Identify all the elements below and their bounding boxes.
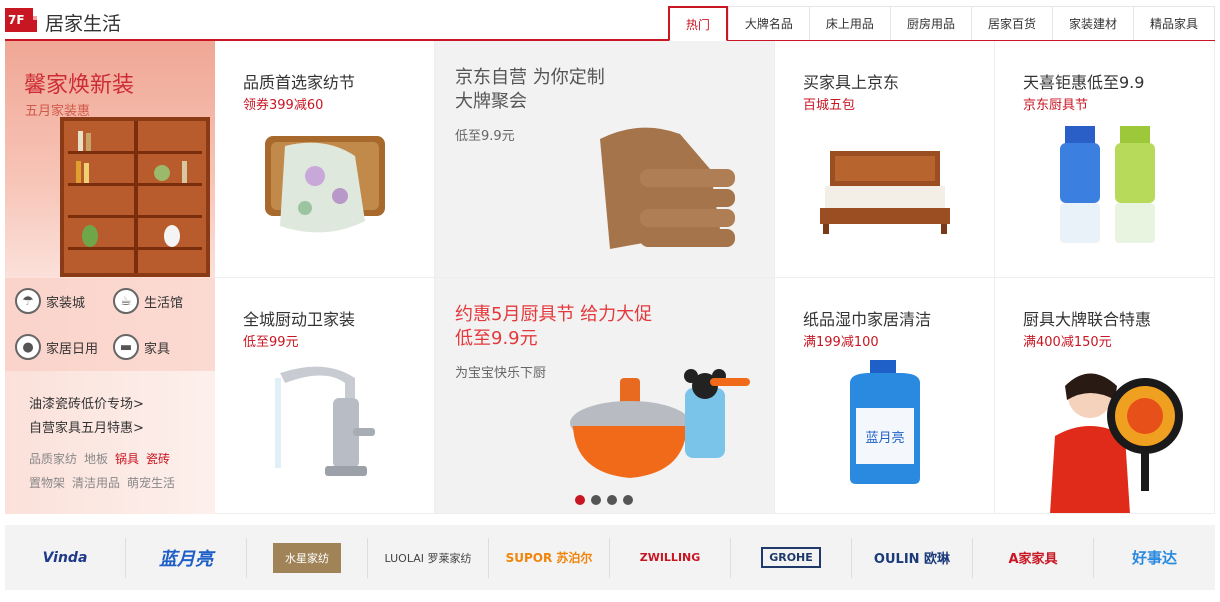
water-bottles-image [1060, 126, 1155, 243]
floor-tabs: 热门 大牌名品 床上用品 厨房用品 居家百货 家装建材 精品家具 [667, 6, 1215, 42]
floor-header: 7F 居家生活 热门 大牌名品 床上用品 厨房用品 居家百货 家装建材 精品家具 [5, 4, 1215, 42]
tag-tiles[interactable]: 瓷砖 [146, 452, 170, 466]
floor-number: 7F [8, 13, 25, 27]
floor-title: 居家生活 [45, 13, 122, 35]
card-subtitle: 低至99元 [243, 335, 299, 350]
towel-stack-image [600, 127, 735, 249]
sofa-icon: ▬ [113, 334, 139, 360]
faucet-image [275, 366, 375, 476]
brand-ajia-furniture[interactable]: A家家具 [973, 537, 1094, 578]
carousel-dot-4[interactable] [623, 495, 633, 505]
tab-building-materials[interactable]: 家装建材 [1051, 6, 1133, 40]
card-title: 约惠5月厨具节 给力大促 低至9.9元 [455, 303, 652, 351]
card-title: 全城厨动卫家装 [243, 310, 356, 329]
card-title-line1: 京东自营 为你定制 [455, 67, 605, 88]
teacup-icon: ☕ [113, 288, 139, 314]
promo-card-kitchen-bath[interactable]: 全城厨动卫家装 低至99元 [215, 278, 435, 514]
category-label: 家具 [144, 341, 171, 357]
brand-vinda[interactable]: Vinda [5, 537, 126, 578]
left-tags: 品质家纺 地板 锅具 瓷砖 置物架 清洁用品 萌宠生活 [29, 447, 209, 495]
brand-bluemoon[interactable]: 蓝月亮 [126, 537, 247, 578]
tag-cookware[interactable]: 锅具 [115, 452, 139, 466]
category-label: 家居日用 [46, 341, 99, 357]
promo-card-cookware-festival[interactable]: 约惠5月厨具节 给力大促 低至9.9元 为宝宝快乐下厨 [435, 278, 775, 514]
tab-hot[interactable]: 热门 [667, 6, 728, 42]
card-subtitle: 百城五包 [803, 98, 856, 113]
category-living-hall[interactable]: ☕ 生活馆 [113, 288, 183, 314]
bed-image [820, 151, 950, 234]
floor-number-badge: 7F [5, 8, 41, 32]
card-subtitle: 满400减150元 [1023, 335, 1112, 350]
card-title: 买家具上京东 [803, 73, 900, 92]
bottle-label: 蓝月亮 [865, 430, 904, 446]
link-furniture-may-sale[interactable]: 自营家具五月特惠> [29, 417, 144, 441]
brand-supor[interactable]: SUPOR 苏泊尔 [489, 537, 610, 578]
card-subtitle: 京东厨具节 [1023, 98, 1089, 113]
tag-cleaning[interactable]: 清洁用品 [72, 476, 120, 490]
card-title: 品质首选家纺节 [243, 73, 356, 92]
card-title: 纸品湿巾家居清洁 [803, 310, 932, 329]
brand-mercury[interactable]: 水星家纺 [247, 537, 368, 578]
cookware-image [570, 369, 750, 478]
promo-card-textiles[interactable]: 品质首选家纺节 领券399减60 [215, 41, 435, 278]
card-title-line2: 低至9.9元 [455, 328, 538, 349]
bulb-icon: ● [15, 334, 41, 360]
banner-title: 馨家焕新装 [24, 73, 135, 98]
model-with-pan-image [1050, 373, 1183, 513]
bookshelf-image [60, 117, 210, 277]
category-label: 生活馆 [144, 295, 184, 311]
left-column: 馨家焕新装 五月家装惠 ☂ 家装城 ☕ 生活馆 ● 家居日用 ▬ 家具 油漆瓷砖… [5, 41, 215, 514]
tag-quality-textiles[interactable]: 品质家纺 [29, 452, 77, 466]
category-label: 家装城 [46, 295, 86, 311]
card-title-line2: 大牌聚会 [455, 91, 527, 112]
brand-grohe-label: GROHE [761, 547, 821, 568]
tag-pet-life[interactable]: 萌宠生活 [127, 476, 175, 490]
promo-card-kitchenware[interactable]: 天喜钜惠低至9.9 京东厨具节 [995, 41, 1215, 278]
tab-big-brands[interactable]: 大牌名品 [727, 6, 809, 40]
card-subtitle: 为宝宝快乐下厨 [455, 366, 547, 381]
promo-card-kitchenware-brands[interactable]: 厨具大牌联合特惠 满400减150元 [995, 278, 1215, 514]
pixel-decoration-icon [33, 16, 37, 20]
brand-logo-bar: Vinda 蓝月亮 水星家纺 LUOLAI 罗莱家纺 SUPOR 苏泊尔 ZWI… [5, 525, 1215, 590]
carousel-dot-1[interactable] [575, 495, 585, 505]
carousel-dots [575, 495, 633, 505]
left-category-icons: ☂ 家装城 ☕ 生活馆 ● 家居日用 ▬ 家具 [5, 278, 215, 371]
left-links: 油漆瓷砖低价专场> 自营家具五月特惠> [29, 393, 144, 441]
lamp-icon: ☂ [15, 288, 41, 314]
card-subtitle: 满199减100 [803, 335, 879, 350]
promo-card-towels[interactable]: 京东自营 为你定制 大牌聚会 低至9.9元 [435, 41, 775, 278]
card-subtitle: 领券399减60 [243, 98, 324, 113]
link-paint-tile-sale[interactable]: 油漆瓷砖低价专场> [29, 393, 144, 417]
card-title: 厨具大牌联合特惠 [1023, 310, 1152, 329]
brand-oulin[interactable]: OULIN 欧琳 [852, 537, 973, 578]
brand-mercury-label: 水星家纺 [273, 542, 341, 573]
brand-haoshida[interactable]: 好事达 [1094, 538, 1215, 578]
card-title: 京东自营 为你定制 大牌聚会 [455, 66, 605, 114]
category-daily-household[interactable]: ● 家居日用 [15, 334, 98, 360]
quilt-image [265, 136, 385, 233]
carousel-dot-3[interactable] [607, 495, 617, 505]
tab-furniture[interactable]: 精品家具 [1132, 6, 1215, 40]
floor-content: 馨家焕新装 五月家装惠 ☂ 家装城 ☕ 生活馆 ● 家居日用 ▬ 家具 油漆瓷砖… [5, 41, 1215, 514]
card-title-line1: 约惠5月厨具节 给力大促 [455, 304, 653, 325]
left-promo-banner[interactable]: 馨家焕新装 五月家装惠 [5, 41, 215, 278]
carousel-dot-2[interactable] [591, 495, 601, 505]
detergent-bottle-image: 蓝月亮 [850, 360, 920, 484]
category-home-decor-city[interactable]: ☂ 家装城 [15, 288, 85, 314]
category-furniture[interactable]: ▬ 家具 [113, 334, 170, 360]
card-subtitle: 低至9.9元 [455, 129, 515, 144]
brand-zwilling[interactable]: ZWILLING [610, 537, 731, 578]
brand-luolai[interactable]: LUOLAI 罗莱家纺 [368, 537, 489, 578]
promo-card-cleaning[interactable]: 纸品湿巾家居清洁 满199减100 蓝月亮 [775, 278, 995, 514]
tab-household[interactable]: 居家百货 [970, 6, 1052, 40]
tab-kitchen[interactable]: 厨房用品 [889, 6, 971, 40]
tab-bedding[interactable]: 床上用品 [808, 6, 890, 40]
tag-flooring[interactable]: 地板 [84, 452, 108, 466]
card-title: 天喜钜惠低至9.9 [1023, 73, 1145, 92]
pixel-decoration-icon [33, 8, 41, 16]
tag-shelving[interactable]: 置物架 [29, 476, 65, 490]
promo-card-furniture[interactable]: 买家具上京东 百城五包 [775, 41, 995, 278]
brand-grohe[interactable]: GROHE [731, 537, 852, 578]
